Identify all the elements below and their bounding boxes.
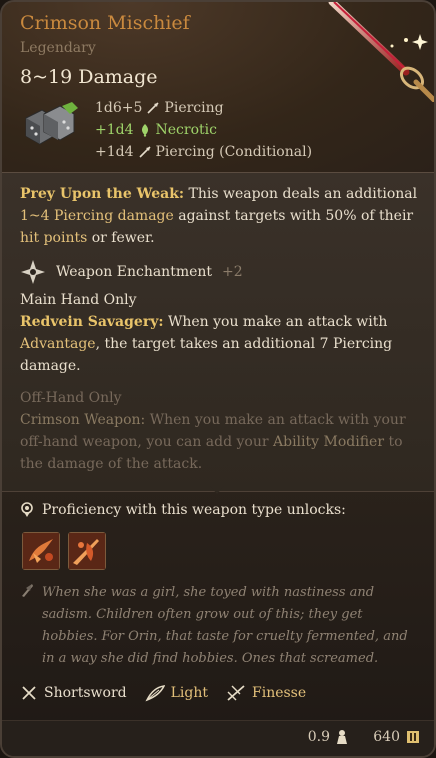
passive-highlight: 1~4 Piercing damage — [20, 208, 174, 224]
piercing-strike-skill-icon — [69, 533, 105, 569]
item-tooltip: Crimson Mischief Legendary 8~19 Damage 1… — [0, 0, 436, 758]
property-shortsword: Shortsword — [20, 684, 127, 702]
property-label: Finesse — [252, 685, 307, 701]
gold-coin-icon — [407, 731, 419, 743]
proficiency-icon — [21, 502, 33, 517]
shortsword-icon — [22, 686, 36, 700]
passive-text: or fewer. — [87, 230, 155, 246]
damage-row-2: +1d4 Necrotic — [95, 122, 217, 138]
ability-highlight: Ability Modifier — [273, 434, 385, 450]
dice-icon — [25, 102, 78, 145]
ability-text: When you make an attack with — [163, 314, 388, 330]
passive-prey-upon-the-weak: Prey Upon the Weak: This weapon deals an… — [20, 183, 420, 249]
passive-highlight: hit points — [20, 230, 88, 246]
ability-highlight: Advantage — [20, 336, 96, 352]
skill-slot-1[interactable] — [22, 532, 60, 570]
finesse-icon — [227, 685, 245, 701]
damage-dice: +1d4 — [95, 122, 134, 138]
off-hand-heading: Off-Hand Only — [20, 390, 122, 406]
item-name: Crimson Mischief — [20, 12, 190, 34]
property-label: Light — [170, 685, 208, 701]
shortsword-image — [328, 2, 434, 102]
weapon-properties: Shortsword Light Finesse — [20, 684, 306, 702]
passive-text: against targets with 50% of their — [173, 208, 414, 224]
damage-type: Piercing — [164, 100, 224, 116]
passive-title: Prey Upon the Weak: — [20, 186, 185, 202]
damage-range: 8~19 Damage — [20, 66, 158, 88]
feather-icon — [145, 685, 165, 702]
tooltip-footer: 0.9 640 — [2, 720, 434, 756]
description-panel: Prey Upon the Weak: This weapon deals an… — [2, 173, 434, 491]
damage-type: Piercing (Conditional) — [155, 144, 313, 160]
chevron-down-icon — [210, 486, 224, 494]
enchantment-icon — [21, 260, 45, 284]
enchantment-label: Weapon Enchantment — [56, 264, 213, 280]
property-label: Shortsword — [44, 685, 127, 701]
damage-row-3: +1d4 Piercing (Conditional) — [95, 144, 312, 160]
enchantment-value: +2 — [222, 264, 243, 280]
necrotic-icon — [141, 124, 148, 137]
lore-text: When she was a girl, she toyed with nast… — [42, 585, 408, 666]
property-light: Light — [145, 684, 208, 702]
price-value: 640 — [373, 729, 400, 745]
damage-row-1: 1d6+5 Piercing — [95, 100, 224, 116]
damage-type: Necrotic — [155, 122, 217, 138]
off-hand-ability: Crimson Weapon: When you make an attack … — [20, 409, 420, 475]
item-price: 640 — [373, 729, 420, 745]
passive-text: This weapon deals an additional — [184, 186, 418, 202]
proficiency-label: Proficiency with this weapon type unlock… — [42, 502, 346, 518]
weight-icon — [337, 730, 347, 744]
property-finesse: Finesse — [226, 684, 306, 702]
tooltip-header: Crimson Mischief Legendary 8~19 Damage 1… — [2, 2, 434, 172]
damage-dice: +1d4 — [95, 144, 134, 160]
ability-title: Crimson Weapon: — [20, 412, 146, 428]
item-weight: 0.9 — [308, 729, 348, 745]
quill-icon — [22, 584, 33, 597]
weight-value: 0.9 — [307, 729, 330, 745]
ability-title: Redvein Savagery: — [20, 314, 164, 330]
piercing-icon — [147, 102, 159, 114]
piercing-icon — [138, 146, 151, 158]
flourish-skill-icon — [23, 533, 59, 569]
skill-slot-2[interactable] — [68, 532, 106, 570]
damage-dice: 1d6+5 — [95, 100, 143, 116]
main-hand-heading: Main Hand Only — [20, 292, 137, 308]
main-hand-ability: Redvein Savagery: When you make an attac… — [20, 311, 420, 377]
enchantment-row: Weapon Enchantment +2 — [20, 259, 243, 285]
item-rarity: Legendary — [20, 40, 96, 56]
proficiency-row: Proficiency with this weapon type unlock… — [20, 502, 346, 518]
